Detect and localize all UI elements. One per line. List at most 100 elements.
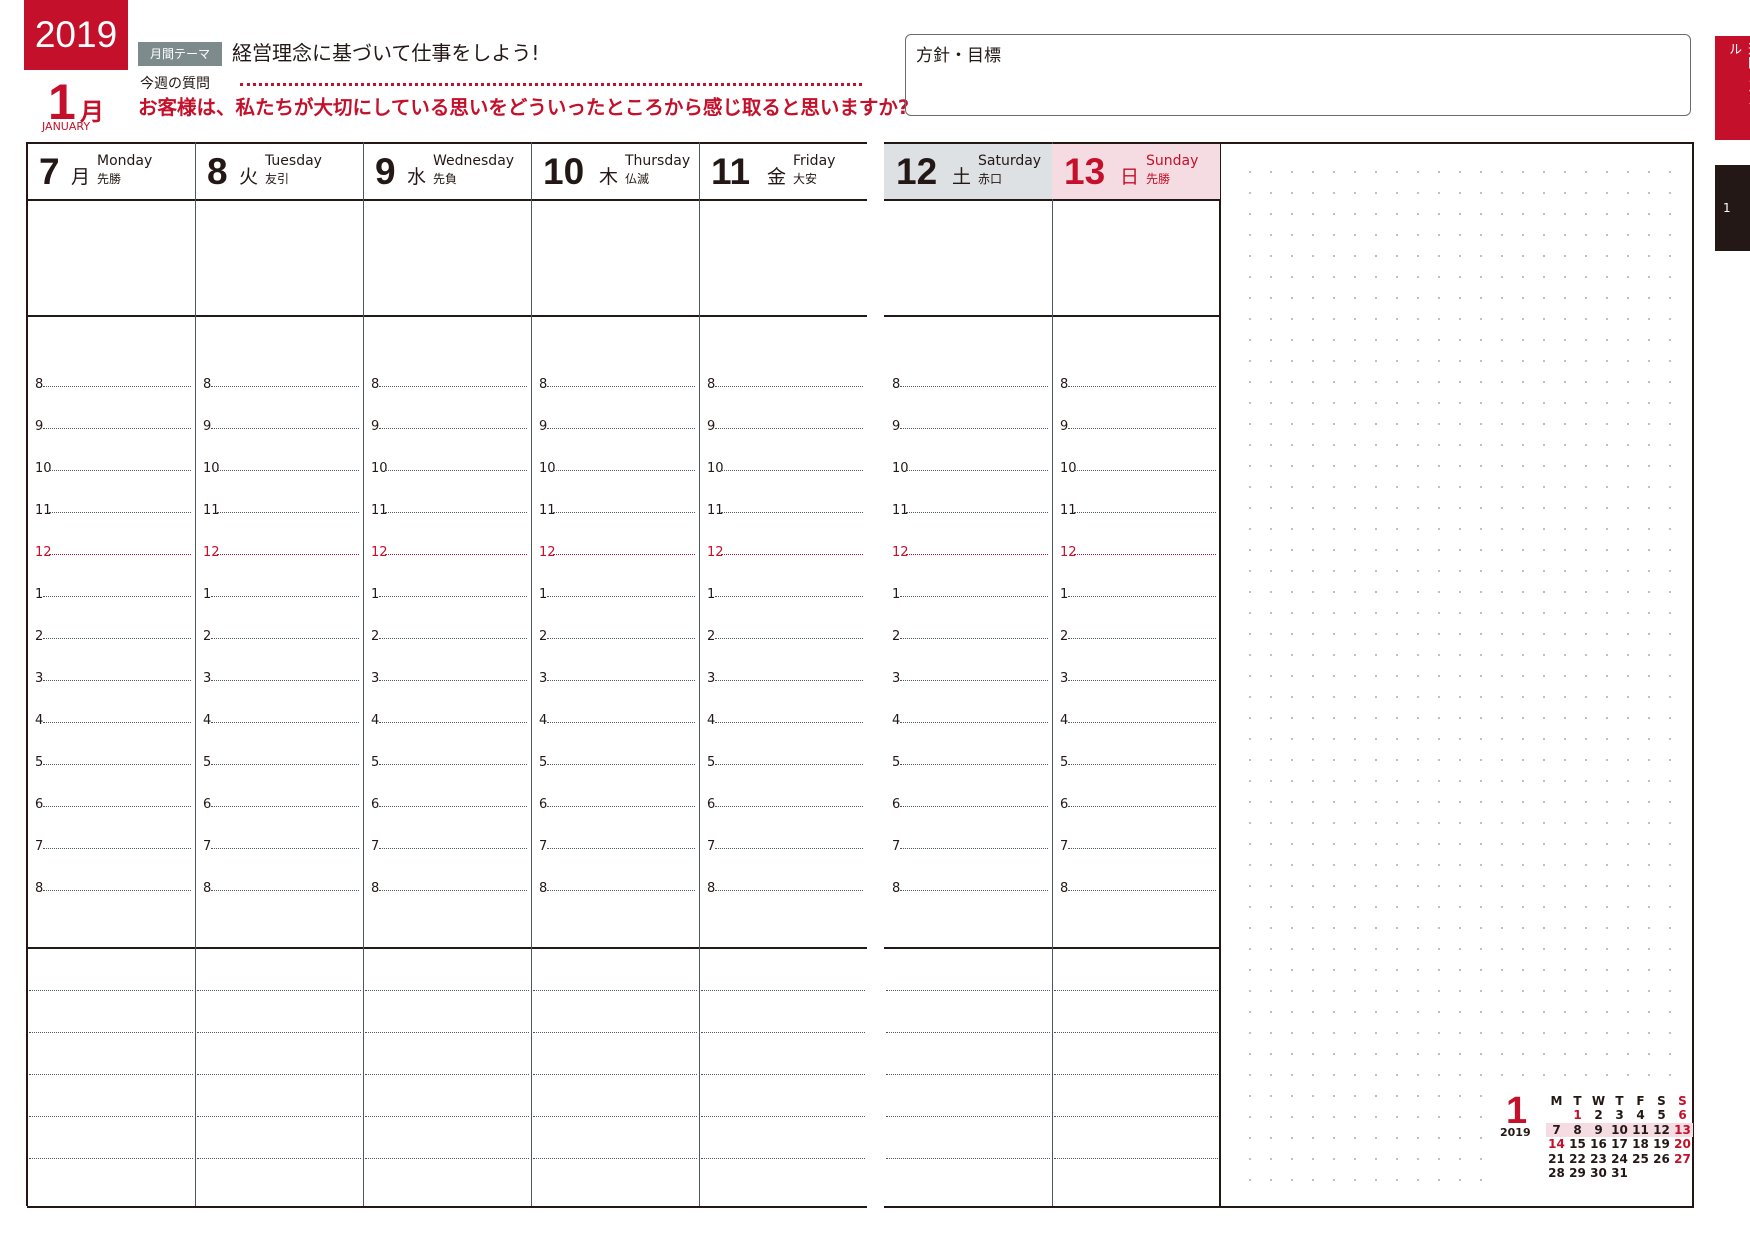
day-rokuyo: 仏滅 xyxy=(625,172,650,186)
day-header-wednesday[interactable]: 9 水 Wednesday 先負 xyxy=(363,144,531,199)
hour-label: 5 xyxy=(1060,755,1069,770)
day-english: Thursday xyxy=(625,153,691,169)
goals-label: 方針・目標 xyxy=(916,46,1001,66)
hour-label: 2 xyxy=(539,629,548,644)
memo-line xyxy=(886,1158,1050,1159)
hour-line xyxy=(379,680,527,681)
header-divider xyxy=(27,199,867,201)
hour-label: 1 xyxy=(371,587,380,602)
hour-label: 9 xyxy=(539,419,548,434)
hour-label: 1 xyxy=(707,587,716,602)
day-date: 12 xyxy=(896,151,938,192)
memo-line xyxy=(197,1158,361,1159)
hour-line xyxy=(1068,680,1216,681)
hour-label: 7 xyxy=(707,839,716,854)
hour-line xyxy=(900,428,1048,429)
hour-label: 6 xyxy=(371,797,380,812)
hour-label: 10 xyxy=(35,461,52,476)
memo-line xyxy=(29,1032,193,1033)
hour-line xyxy=(721,470,863,471)
hour-line xyxy=(715,848,863,849)
left-page-border xyxy=(26,142,28,1206)
hour-line xyxy=(379,764,527,765)
hour-label: 10 xyxy=(203,461,220,476)
mini-calendar-day: 13 xyxy=(1672,1122,1693,1137)
column-separator xyxy=(363,142,364,1206)
hour-line xyxy=(217,554,359,555)
weekly-schedule-tab[interactable]: 週間スケジュール xyxy=(1715,36,1750,140)
hour-label: 4 xyxy=(203,713,212,728)
mini-calendar-day: 22 xyxy=(1569,1151,1586,1166)
memo-line xyxy=(365,1032,529,1033)
day-date: 10 xyxy=(543,151,585,192)
mini-calendar-day: 30 xyxy=(1590,1166,1607,1180)
hour-label: 8 xyxy=(539,377,548,392)
hour-line xyxy=(547,890,695,891)
hour-label: 8 xyxy=(707,377,716,392)
mini-calendar-month: 1 xyxy=(1506,1090,1528,1132)
hour-line xyxy=(1074,512,1216,513)
hour-label: 8 xyxy=(707,881,716,896)
hour-line xyxy=(43,806,191,807)
day-header-monday[interactable]: 7 月 Monday 先勝 xyxy=(27,144,195,199)
mini-calendar-day: 3 xyxy=(1615,1108,1624,1122)
right-page-bottom-border xyxy=(884,1206,1694,1208)
dot-grid-notes[interactable] xyxy=(1222,144,1691,1205)
memo-line xyxy=(365,990,529,991)
memo-divider xyxy=(27,315,867,317)
hour-line xyxy=(547,680,695,681)
day-header-tuesday[interactable]: 8 火 Tuesday 友引 xyxy=(195,144,363,199)
hour-label: 10 xyxy=(371,461,388,476)
page-bottom-border xyxy=(27,1206,867,1208)
hour-label: 5 xyxy=(371,755,380,770)
memo-line xyxy=(365,1116,529,1117)
hour-label: 12 xyxy=(371,545,388,560)
hour-line xyxy=(43,764,191,765)
day-kanji: 水 xyxy=(407,166,427,188)
hour-label: 6 xyxy=(1060,797,1069,812)
memo-line xyxy=(29,1074,193,1075)
memo-line xyxy=(29,1158,193,1159)
hour-label: 4 xyxy=(892,713,901,728)
column-separator xyxy=(699,142,700,1206)
memo-line xyxy=(365,1074,529,1075)
day-english: Wednesday xyxy=(433,153,515,169)
hour-label: 2 xyxy=(35,629,44,644)
memo-line xyxy=(1054,990,1218,991)
memo-line xyxy=(197,990,361,991)
mini-calendar-day: 26 xyxy=(1653,1151,1670,1166)
day-header-thursday[interactable]: 10 木 Thursday 仏滅 xyxy=(531,144,699,199)
hour-line xyxy=(715,764,863,765)
day-kanji: 火 xyxy=(239,166,259,188)
memo-line xyxy=(1054,1116,1218,1117)
hour-label: 11 xyxy=(892,503,909,518)
hour-line xyxy=(721,512,863,513)
goals-box[interactable]: 方針・目標 xyxy=(905,34,1691,116)
page-index-tab[interactable]: 1 xyxy=(1715,165,1750,251)
day-header-saturday[interactable]: 12 土 Saturday 赤口 xyxy=(884,144,1052,199)
mini-calendar-day: 1 xyxy=(1573,1108,1582,1122)
mini-calendar-day: 8 xyxy=(1567,1122,1588,1137)
hour-label: 6 xyxy=(35,797,44,812)
mini-calendar-day: 29 xyxy=(1569,1166,1586,1180)
memo-line xyxy=(365,1158,529,1159)
hour-label: 2 xyxy=(203,629,212,644)
mini-calendar-day: 27 xyxy=(1674,1151,1691,1166)
hour-line xyxy=(900,680,1048,681)
hour-line xyxy=(379,386,527,387)
hour-label: 2 xyxy=(1060,629,1069,644)
day-header-sunday[interactable]: 13 日 Sunday 先勝 xyxy=(1052,144,1220,199)
hour-label: 8 xyxy=(371,881,380,896)
day-header-friday[interactable]: 11 金 Friday 大安 xyxy=(699,144,867,199)
hour-label: 12 xyxy=(35,545,52,560)
hour-line xyxy=(211,428,359,429)
hour-label: 7 xyxy=(35,839,44,854)
question-divider xyxy=(240,83,862,86)
theme-text: 経営理念に基づいて仕事をしよう! xyxy=(232,41,540,65)
hour-line xyxy=(900,386,1048,387)
hour-line xyxy=(547,806,695,807)
mini-calendar-day: 18 xyxy=(1632,1137,1649,1151)
mini-calendar-year: 2019 xyxy=(1500,1126,1531,1139)
mini-calendar-day: 2 xyxy=(1594,1108,1603,1122)
memo-line xyxy=(533,990,697,991)
